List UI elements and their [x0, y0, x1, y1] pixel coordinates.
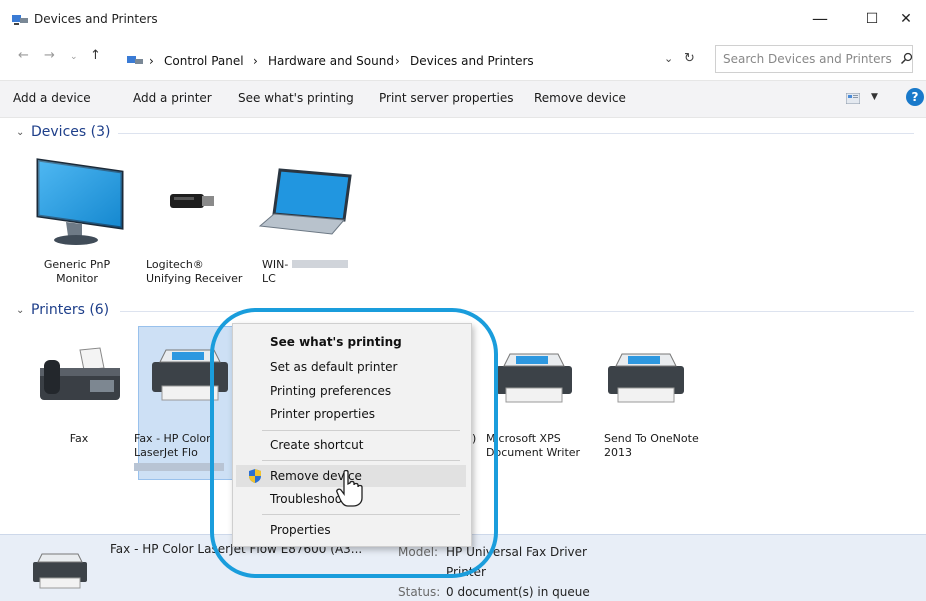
- view-options-icon[interactable]: [846, 93, 860, 104]
- fax-icon[interactable]: [34, 346, 124, 408]
- add-printer-button[interactable]: Add a printer: [133, 91, 212, 105]
- printer-icon: [33, 553, 87, 589]
- breadcrumb-separator: ›: [149, 54, 154, 68]
- printer-label: Microsoft XPS Document Writer: [486, 432, 581, 459]
- redacted-text: [292, 260, 349, 268]
- monitor-icon[interactable]: [30, 158, 124, 250]
- refresh-icon[interactable]: ↻: [684, 51, 695, 66]
- breadcrumb-devices-printers[interactable]: Devices and Printers: [410, 54, 534, 68]
- group-divider: [118, 133, 914, 134]
- help-icon[interactable]: ?: [906, 88, 924, 106]
- breadcrumb-control-panel[interactable]: Control Panel: [164, 54, 244, 68]
- search-icon[interactable]: [900, 52, 913, 65]
- add-device-button[interactable]: Add a device: [13, 91, 91, 105]
- address-dropdown-icon[interactable]: ⌄: [664, 52, 673, 65]
- device-label: WIN- LC: [262, 258, 362, 286]
- printer-label: Send To OneNote 2013: [604, 432, 699, 459]
- device-label: Logitech® Unifying Receiver: [146, 258, 243, 285]
- collapse-chevron-icon[interactable]: ⌄: [16, 305, 24, 316]
- forward-arrow-icon[interactable]: →: [44, 48, 55, 63]
- group-header-printers[interactable]: Printers (6): [31, 302, 109, 318]
- group-header-devices[interactable]: Devices (3): [31, 124, 110, 140]
- remove-device-button[interactable]: Remove device: [534, 91, 626, 105]
- search-placeholder: Search Devices and Printers: [723, 52, 892, 66]
- back-arrow-icon[interactable]: ←: [18, 48, 29, 63]
- details-status-key: Status:: [398, 585, 441, 599]
- printer-label: Fax: [69, 432, 89, 445]
- device-label: Generic PnP Monitor: [43, 258, 111, 285]
- see-whats-printing-button[interactable]: See what's printing: [238, 91, 354, 105]
- close-button[interactable]: ✕: [886, 6, 926, 32]
- highlight-annotation-ring: [210, 308, 498, 578]
- view-dropdown-icon[interactable]: ▼: [871, 92, 878, 102]
- printer-icon[interactable]: [492, 352, 576, 408]
- recent-chevron-icon[interactable]: ⌄: [70, 52, 78, 62]
- breadcrumb-hardware-sound[interactable]: Hardware and Sound: [268, 54, 394, 68]
- printer-icon[interactable]: [604, 352, 688, 408]
- minimize-button[interactable]: —: [800, 6, 840, 32]
- control-panel-icon: [127, 56, 143, 64]
- breadcrumb-separator: ›: [253, 54, 258, 68]
- details-status-value: 0 document(s) in queue: [446, 585, 590, 599]
- breadcrumb-separator: ›: [395, 54, 400, 68]
- usb-receiver-icon[interactable]: [168, 186, 216, 214]
- print-server-properties-button[interactable]: Print server properties: [379, 91, 513, 105]
- devices-printers-app-icon: [12, 15, 28, 25]
- window-title: Devices and Printers: [34, 12, 158, 26]
- collapse-chevron-icon[interactable]: ⌄: [16, 127, 24, 138]
- up-arrow-icon[interactable]: ↑: [90, 48, 101, 63]
- laptop-icon[interactable]: [258, 168, 358, 236]
